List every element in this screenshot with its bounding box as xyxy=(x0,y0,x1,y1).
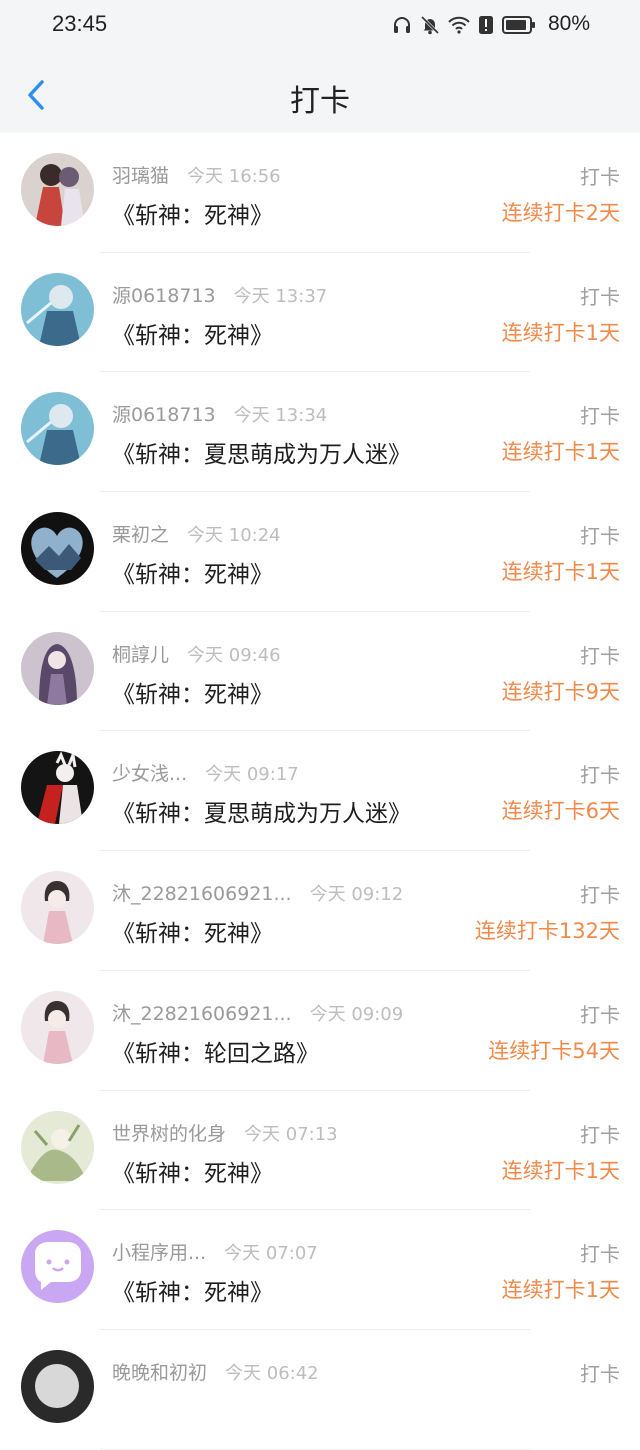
list-item[interactable]: 沐_22821606921... 今天 09:12 《斩神：死神》 打卡 连续打卡… xyxy=(0,851,640,971)
avatar[interactable] xyxy=(21,990,94,1064)
checkin-label: 打卡 xyxy=(580,1122,620,1147)
battery-icon xyxy=(502,15,536,35)
book-title: 《斩神：死神》 xyxy=(112,1280,273,1307)
list-item[interactable]: 小程序用... 今天 07:07 《斩神：死神》 打卡 连续打卡1天 xyxy=(0,1210,640,1330)
checkin-label: 打卡 xyxy=(580,1361,620,1386)
checkin-label: 打卡 xyxy=(580,763,620,788)
checkin-list: 羽璃猫 今天 16:56 《斩神：死神》 打卡 连续打卡2天 源0618713 今天… xyxy=(0,133,640,1450)
checkin-time: 今天 16:56 xyxy=(187,166,281,187)
headphones-icon xyxy=(392,15,412,35)
list-item[interactable]: 沐_22821606921... 今天 09:09 《斩神：轮回之路》 打卡 连续… xyxy=(0,971,640,1091)
avatar[interactable] xyxy=(21,871,94,945)
user-name: 栗初之 今天 10:24 xyxy=(112,524,281,547)
checkin-label: 打卡 xyxy=(580,404,620,429)
list-item[interactable]: 羽璃猫 今天 16:56 《斩神：死神》 打卡 连续打卡2天 xyxy=(0,133,640,253)
streak-label: 连续打卡1天 xyxy=(501,1158,620,1183)
book-title: 《斩神：死神》 xyxy=(112,1160,273,1187)
streak-label: 连续打卡1天 xyxy=(501,320,620,345)
checkin-time: 今天 07:07 xyxy=(224,1243,318,1265)
avatar[interactable] xyxy=(21,1230,94,1304)
streak-label: 连续打卡1天 xyxy=(501,1278,620,1303)
checkin-time: 今天 09:12 xyxy=(309,884,404,906)
status-icons xyxy=(392,13,536,37)
user-name: 小程序用... 今天 07:07 xyxy=(112,1242,318,1265)
book-title: 《斩神：死神》 xyxy=(112,921,273,948)
user-name: 少女浅... 今天 09:17 xyxy=(112,763,299,786)
wifi-icon xyxy=(448,15,470,35)
user-name: 世界树的化身 今天 07:13 xyxy=(112,1122,338,1145)
checkin-label: 打卡 xyxy=(580,524,620,549)
avatar[interactable] xyxy=(21,1110,94,1184)
checkin-label: 打卡 xyxy=(580,1002,620,1027)
streak-label: 连续打卡54天 xyxy=(488,1038,620,1063)
checkin-time: 今天 07:13 xyxy=(244,1123,338,1145)
checkin-label: 打卡 xyxy=(580,643,620,668)
avatar[interactable] xyxy=(21,1349,94,1423)
streak-label: 连续打卡2天 xyxy=(501,201,620,225)
list-item[interactable]: 源0618713 今天 13:34 《斩神：夏思萌成为万人迷》 打卡 连续打卡1天 xyxy=(0,372,640,492)
streak-label: 连续打卡132天 xyxy=(474,919,620,944)
streak-label: 连续打卡6天 xyxy=(501,799,620,824)
list-item[interactable]: 世界树的化身 今天 07:13 《斩神：死神》 打卡 连续打卡1天 xyxy=(0,1091,640,1211)
battery-percent: 80% xyxy=(547,12,590,35)
page-title: 打卡 xyxy=(290,84,350,119)
avatar[interactable] xyxy=(21,631,94,705)
streak-label: 连续打卡9天 xyxy=(501,679,620,704)
list-item[interactable]: 栗初之 今天 10:24 《斩神：死神》 打卡 连续打卡1天 xyxy=(0,492,640,612)
list-item[interactable]: 晚晚和初初 今天 06:42 打卡 xyxy=(0,1330,640,1450)
avatar[interactable] xyxy=(21,751,94,825)
book-title: 《斩神：死神》 xyxy=(112,322,273,349)
user-name: 桐諄儿 今天 09:46 xyxy=(112,643,281,666)
avatar[interactable] xyxy=(21,272,94,346)
checkin-label: 打卡 xyxy=(580,1242,620,1267)
bell-off-icon xyxy=(420,15,440,35)
list-item[interactable]: 少女浅... 今天 09:17 《斩神：夏思萌成为万人迷》 打卡 连续打卡6天 xyxy=(0,731,640,851)
avatar[interactable] xyxy=(21,392,94,466)
avatar[interactable] xyxy=(21,512,94,586)
checkin-time: 今天 09:09 xyxy=(309,1003,404,1025)
checkin-time: 今天 13:34 xyxy=(233,405,328,427)
book-title: 《斩神：死神》 xyxy=(112,681,273,708)
streak-label: 连续打卡1天 xyxy=(501,440,620,465)
avatar[interactable] xyxy=(21,153,94,226)
book-title: 《斩神：夏思萌成为万人迷》 xyxy=(112,801,411,828)
checkin-label: 打卡 xyxy=(580,165,620,189)
user-name: 羽璃猫 今天 16:56 xyxy=(112,165,281,187)
streak-label: 连续打卡1天 xyxy=(501,560,620,585)
book-title: 《斩神：死神》 xyxy=(112,562,273,589)
user-name: 沐_22821606921... 今天 09:09 xyxy=(112,1002,404,1025)
checkin-time: 今天 09:17 xyxy=(205,764,299,786)
checkin-time: 今天 06:42 xyxy=(225,1362,319,1384)
checkin-label: 打卡 xyxy=(580,883,620,908)
user-name: 源0618713 今天 13:37 xyxy=(112,284,328,307)
header: 打卡 xyxy=(0,50,640,130)
book-title: 《斩神：死神》 xyxy=(112,203,273,229)
checkin-time: 今天 10:24 xyxy=(187,525,281,547)
checkin-label: 打卡 xyxy=(580,284,620,309)
list-item[interactable]: 桐諄儿 今天 09:46 《斩神：死神》 打卡 连续打卡9天 xyxy=(0,612,640,732)
status-bar: 23:45 80% xyxy=(0,0,640,50)
user-name: 晚晚和初初 今天 06:42 xyxy=(112,1361,319,1384)
list-item[interactable]: 源0618713 今天 13:37 《斩神：死神》 打卡 连续打卡1天 xyxy=(0,253,640,373)
user-name: 源0618713 今天 13:34 xyxy=(112,404,328,427)
user-name: 沐_22821606921... 今天 09:12 xyxy=(112,883,404,906)
alert-icon xyxy=(478,15,494,35)
checkin-time: 今天 13:37 xyxy=(233,285,328,307)
checkin-time: 今天 09:46 xyxy=(187,644,281,666)
status-time: 23:45 xyxy=(52,11,108,36)
book-title: 《斩神：轮回之路》 xyxy=(112,1040,319,1067)
book-title: 《斩神：夏思萌成为万人迷》 xyxy=(112,442,411,469)
